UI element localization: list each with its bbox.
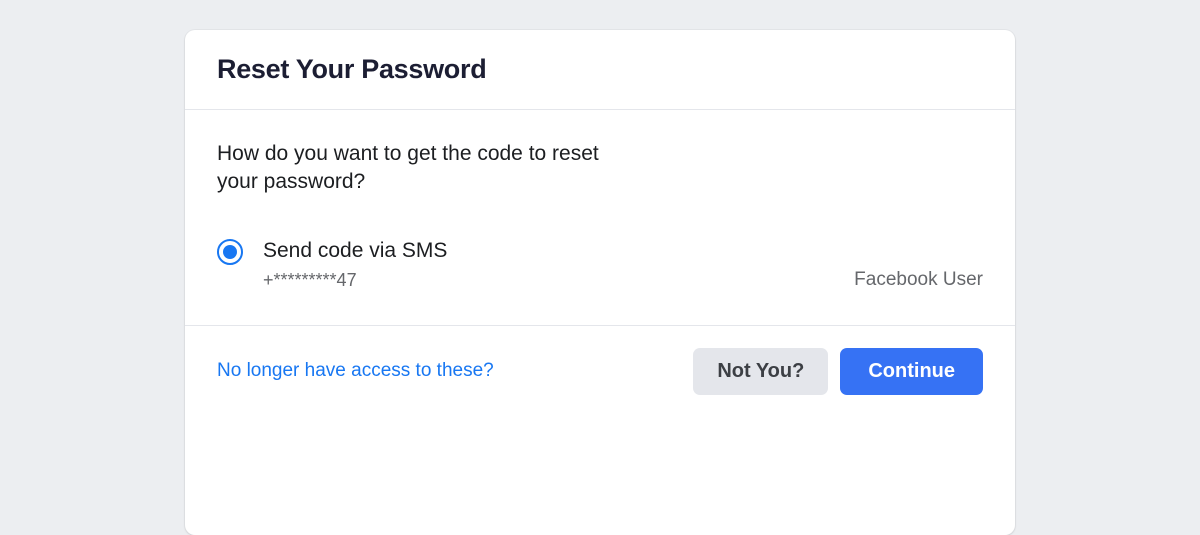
prompt-text: How do you want to get the code to reset… xyxy=(217,140,637,197)
radio-inner-dot xyxy=(223,245,237,259)
page-title: Reset Your Password xyxy=(217,54,983,85)
not-you-button[interactable]: Not You? xyxy=(693,348,828,395)
option-text: Send code via SMS +*********47 xyxy=(263,237,447,291)
card-body: How do you want to get the code to reset… xyxy=(185,110,1015,326)
option-phone-masked: +*********47 xyxy=(263,270,447,291)
option-title: Send code via SMS xyxy=(263,237,447,264)
reset-password-card: Reset Your Password How do you want to g… xyxy=(185,30,1015,535)
no-access-link[interactable]: No longer have access to these? xyxy=(217,360,494,382)
card-footer: No longer have access to these? Not You?… xyxy=(185,326,1015,417)
account-name: Facebook User xyxy=(854,269,983,291)
card-header: Reset Your Password xyxy=(185,30,1015,110)
continue-button[interactable]: Continue xyxy=(840,348,983,395)
footer-buttons: Not You? Continue xyxy=(693,348,983,395)
radio-selected-icon[interactable] xyxy=(217,239,243,265)
